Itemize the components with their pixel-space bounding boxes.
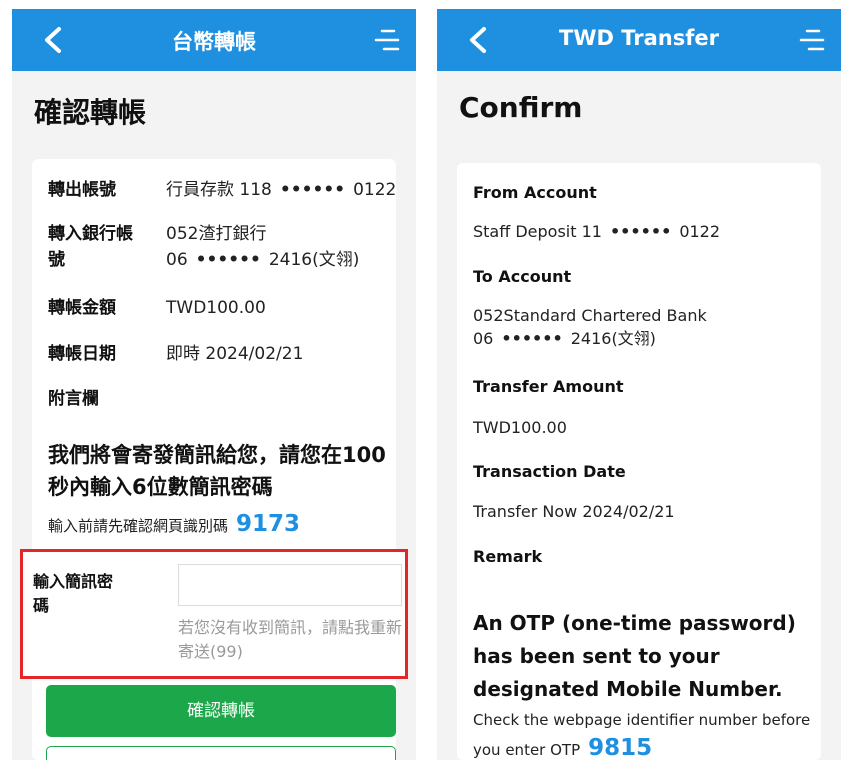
date-label: 轉帳日期 xyxy=(48,344,116,364)
otp-section: 輸入簡訊密 碼 若您沒有收到簡訊，請點我重新寄送(99) xyxy=(20,549,408,679)
app-bar-title: TWD Transfer xyxy=(559,26,719,50)
to-account-label: 轉入銀行帳 號 xyxy=(48,221,133,273)
amount-value: TWD100.00 xyxy=(166,298,266,318)
menu-icon[interactable] xyxy=(372,25,402,55)
from-account-suffix: 0122 xyxy=(679,222,721,241)
page-title: 確認轉帳 xyxy=(34,96,147,129)
to-account-value: 052渣打銀行 06 •••••• 2416(文翎) xyxy=(166,221,359,273)
english-screen: TWD Transfer Confirm From Account Staff … xyxy=(437,9,841,760)
identifier-hint-text: 輸入前請先確認網頁識別碼 xyxy=(48,517,229,535)
otp-label-line2: 碼 xyxy=(33,596,50,615)
masked-digits: •••••• xyxy=(609,222,672,241)
to-account-label: To Account xyxy=(473,267,572,286)
secondary-button[interactable] xyxy=(46,746,396,760)
to-account-suffix: 2416(文翎) xyxy=(570,329,656,348)
from-account-value: 行員存款 118 •••••• 0122 xyxy=(166,177,396,203)
to-bank-name: 052Standard Chartered Bank xyxy=(473,306,707,325)
date-label: Transaction Date xyxy=(473,462,626,481)
masked-digits: •••••• xyxy=(195,250,261,270)
remark-label: Remark xyxy=(473,547,543,566)
from-account-value: Staff Deposit 11 •••••• 0122 xyxy=(473,220,720,243)
app-bar: TWD Transfer xyxy=(437,9,841,71)
to-account-label-line2: 號 xyxy=(48,250,65,270)
to-account-suffix: 2416(文翎) xyxy=(268,250,360,270)
app-bar-title: 台幣轉帳 xyxy=(172,30,256,54)
otp-input[interactable] xyxy=(178,564,402,606)
otp-label-line1: 輸入簡訊密 xyxy=(33,572,114,591)
identifier-hint: Check the webpage identifier number befo… xyxy=(473,706,813,760)
to-account-number: 06 •••••• 2416(文翎) xyxy=(166,247,359,273)
remark-label: 附言欄 xyxy=(48,389,99,409)
transfer-details-card: From Account Staff Deposit 11 •••••• 0122 … xyxy=(457,163,821,760)
to-account-number: 06 •••••• 2416(文翎) xyxy=(473,327,707,350)
to-account-prefix: 06 xyxy=(166,250,188,270)
menu-icon[interactable] xyxy=(797,25,827,55)
identifier-code: 9173 xyxy=(236,511,301,537)
resend-sms-link[interactable]: 若您沒有收到簡訊，請點我重新寄送(99) xyxy=(178,616,402,664)
to-account-label-line1: 轉入銀行帳 xyxy=(48,224,133,244)
from-account-prefix: 行員存款 118 xyxy=(166,180,272,200)
identifier-hint: 輸入前請先確認網頁識別碼 9173 xyxy=(48,511,300,537)
to-account-prefix: 06 xyxy=(473,329,494,348)
chinese-screen: 台幣轉帳 確認轉帳 轉出帳號 行員存款 118 •••••• 0122 轉入銀行帳 … xyxy=(12,9,416,760)
from-account-label: 轉出帳號 xyxy=(48,180,116,200)
date-value: 即時 2024/02/21 xyxy=(166,344,304,364)
sms-notice: 我們將會寄發簡訊給您，請您在100秒內輸入6位數簡訊密碼 xyxy=(48,443,386,499)
masked-digits: •••••• xyxy=(501,329,563,348)
page-title: Confirm xyxy=(459,91,583,124)
confirm-transfer-button[interactable]: 確認轉帳 xyxy=(46,685,396,737)
amount-value: TWD100.00 xyxy=(473,418,567,437)
from-account-suffix: 0122 xyxy=(353,180,397,200)
app-bar: 台幣轉帳 xyxy=(12,9,416,71)
to-account-value: 052Standard Chartered Bank 06 •••••• 2416(… xyxy=(473,304,707,350)
amount-label: 轉帳金額 xyxy=(48,298,116,318)
identifier-code: 9815 xyxy=(588,735,653,760)
from-account-label: From Account xyxy=(473,183,597,202)
amount-label: Transfer Amount xyxy=(473,377,624,396)
to-bank-name: 052渣打銀行 xyxy=(166,224,267,244)
otp-notice: An OTP (one-time password) has been sent… xyxy=(473,611,796,701)
masked-digits: •••••• xyxy=(279,180,346,200)
otp-label: 輸入簡訊密 碼 xyxy=(33,570,133,618)
from-account-prefix: Staff Deposit 11 xyxy=(473,222,602,241)
date-value: Transfer Now 2024/02/21 xyxy=(473,502,675,521)
